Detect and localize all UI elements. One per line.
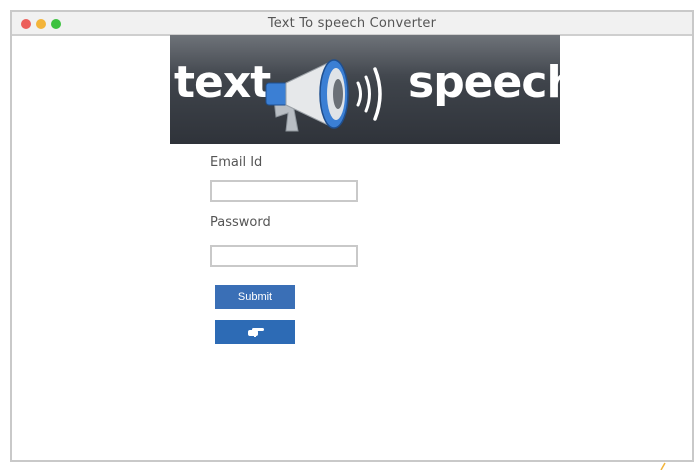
submit-button[interactable]: Submit (215, 285, 295, 309)
password-label: Password (210, 215, 271, 230)
corner-decoration (660, 462, 666, 470)
banner-word-text: text (174, 57, 271, 108)
password-field[interactable] (210, 245, 358, 267)
window-title: Text To speech Converter (267, 16, 437, 31)
megaphone-icon (265, 59, 382, 132)
pointing-hand-icon (248, 328, 264, 338)
email-field[interactable] (210, 180, 358, 202)
email-label: Email Id (210, 155, 263, 170)
app-window: Text To speech Converter text speech Ema… (10, 10, 694, 462)
pointing-hand-button[interactable] (215, 320, 295, 344)
title-bar: Text To speech Converter (12, 12, 692, 36)
text-to-speech-banner: text speech (170, 35, 560, 144)
banner-word-speech: speech (408, 57, 560, 108)
